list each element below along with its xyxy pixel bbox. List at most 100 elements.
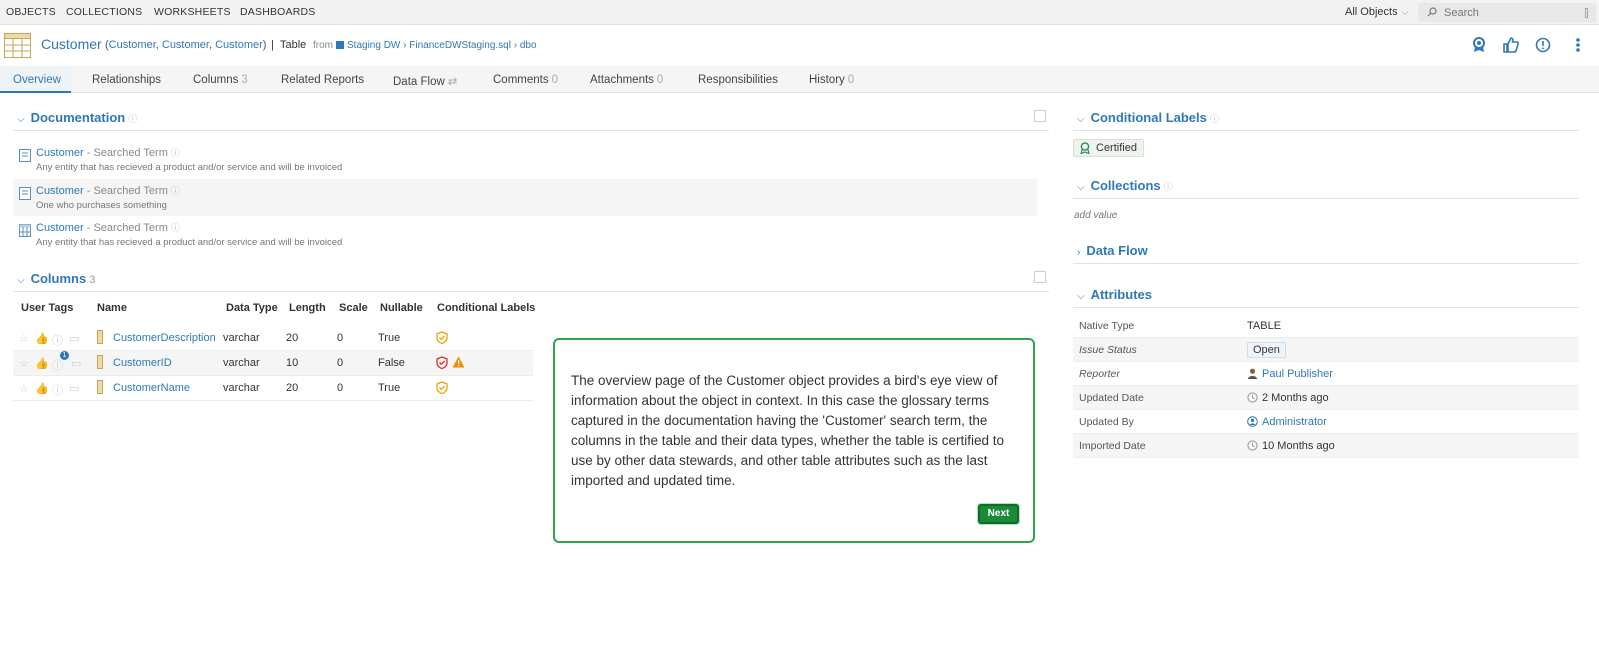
col-header-conditional-labels[interactable]: Conditional Labels xyxy=(437,302,535,314)
divider xyxy=(13,291,1049,292)
data-flow-header[interactable]: › Data Flow xyxy=(1077,243,1148,258)
columns-header[interactable]: ⌵ Columns 3 xyxy=(17,271,95,286)
tab-responsibilities[interactable]: Responsibilities xyxy=(698,74,778,86)
from-label: from xyxy=(313,40,333,51)
column-name-link[interactable]: CustomerName xyxy=(113,382,190,394)
nav-collections[interactable]: COLLECTIONS xyxy=(66,6,142,18)
tab-attachments[interactable]: Attachments 0 xyxy=(590,74,663,86)
attribute-key: Updated Date xyxy=(1079,392,1144,404)
section-title: Data Flow xyxy=(1086,243,1148,258)
edit-icon[interactable] xyxy=(1034,271,1046,283)
term-subtitle: - Searched Term xyxy=(83,222,168,234)
certified-badge[interactable]: Certified xyxy=(1073,139,1144,157)
attribute-row: Issue Status Open xyxy=(1073,338,1579,362)
term-subtitle: - Searched Term xyxy=(83,185,168,197)
warning-icon[interactable] xyxy=(1535,37,1551,53)
column-name-link[interactable]: CustomerID xyxy=(113,357,172,369)
search-input[interactable] xyxy=(1444,5,1564,20)
chevron-right-icon: › xyxy=(1077,247,1081,258)
col-header-nullable[interactable]: Nullable xyxy=(380,302,423,314)
search-box[interactable] xyxy=(1418,3,1596,22)
info-icon: ⓘ xyxy=(1209,114,1219,124)
divider xyxy=(1073,198,1579,199)
tab-related-reports[interactable]: Related Reports xyxy=(281,74,364,86)
tab-overview[interactable]: Overview xyxy=(13,74,61,86)
endorse-tag-icon[interactable]: 👍 xyxy=(35,382,49,395)
attribute-key: Reporter xyxy=(1079,368,1120,380)
alias-link[interactable]: Customer xyxy=(162,39,209,51)
section-title: Attributes xyxy=(1090,287,1152,302)
documentation-item: Customer - Searched Term ⓘ Any entity tha… xyxy=(13,216,1037,253)
comment-tag-icon[interactable]: ▭ xyxy=(71,357,82,370)
comment-tag-icon[interactable]: ▭ xyxy=(69,332,80,345)
add-collection-value[interactable]: add value xyxy=(1074,210,1117,221)
warning-tag-icon[interactable]: ⓘ xyxy=(52,382,63,397)
attribute-key: Updated By xyxy=(1079,416,1134,428)
term-link[interactable]: Customer xyxy=(36,147,84,159)
certified-icon[interactable] xyxy=(1471,37,1487,53)
updated-by-link[interactable]: Administrator xyxy=(1247,416,1327,428)
nav-objects[interactable]: OBJECTS xyxy=(6,6,56,18)
object-header: Customer (Customer, Customer, Customer) … xyxy=(0,25,1599,65)
chevron-down-icon: ⌵ xyxy=(1077,114,1085,125)
info-icon: ⓘ xyxy=(170,148,180,158)
comment-count-badge: 1 xyxy=(60,351,69,360)
column-length: 20 xyxy=(286,382,299,394)
col-header-scale[interactable]: Scale xyxy=(339,302,368,314)
col-header-user-tags[interactable]: User Tags xyxy=(21,302,73,314)
search-options-icon[interactable] xyxy=(1585,8,1588,18)
attribute-value: TABLE xyxy=(1247,320,1282,332)
comment-tag-icon[interactable]: ▭ xyxy=(69,382,80,395)
warning-tag-icon[interactable]: ⓘ xyxy=(52,332,63,347)
more-icon[interactable] xyxy=(1570,37,1586,53)
tab-label: Relationships xyxy=(92,74,162,86)
info-icon: ⓘ xyxy=(1163,182,1173,192)
warning-triangle-icon xyxy=(452,356,465,368)
scope-dropdown[interactable]: All Objects ⌵ xyxy=(1345,6,1408,18)
term-link[interactable]: Customer xyxy=(36,185,84,197)
type-label: Table xyxy=(279,39,307,51)
tab-relationships[interactable]: Relationships xyxy=(92,74,161,86)
certify-tag-icon[interactable]: ☆ xyxy=(19,357,30,370)
tab-history[interactable]: History 0 xyxy=(809,74,854,86)
tab-count: 0 xyxy=(847,74,855,86)
column-name-link[interactable]: CustomerDescription xyxy=(113,332,216,344)
alias-link[interactable]: Customer xyxy=(215,39,263,51)
collections-header[interactable]: ⌵ Collections ⓘ xyxy=(1077,178,1173,193)
term-title[interactable]: Customer - Searched Term ⓘ xyxy=(36,146,180,159)
attributes-header[interactable]: ⌵ Attributes xyxy=(1077,287,1152,302)
tab-columns[interactable]: Columns 3 xyxy=(193,74,248,86)
conditional-labels-header[interactable]: ⌵ Conditional Labels ⓘ xyxy=(1077,110,1219,125)
attribute-key: Imported Date xyxy=(1079,440,1146,452)
status-badge[interactable]: Open xyxy=(1247,342,1286,358)
certify-tag-icon[interactable]: ☆ xyxy=(19,332,30,345)
next-button[interactable]: Next xyxy=(978,504,1019,524)
term-link[interactable]: Customer xyxy=(36,222,84,234)
edit-icon[interactable] xyxy=(1034,110,1046,122)
endorse-tag-icon[interactable]: 👍 xyxy=(35,357,49,370)
col-header-name[interactable]: Name xyxy=(97,302,127,314)
documentation-header[interactable]: ⌵ Documentation ⓘ xyxy=(17,110,137,125)
reporter-link[interactable]: Paul Publisher xyxy=(1247,368,1333,380)
nav-worksheets[interactable]: WORKSHEETS xyxy=(154,6,231,18)
col-header-length[interactable]: Length xyxy=(289,302,326,314)
clock-icon xyxy=(1247,392,1258,403)
object-title: Customer xyxy=(41,36,102,52)
object-type: | Table xyxy=(271,39,306,51)
tab-comments[interactable]: Comments 0 xyxy=(493,74,558,86)
term-title[interactable]: Customer - Searched Term ⓘ xyxy=(36,184,180,197)
column-icon xyxy=(97,355,103,369)
certified-icon xyxy=(1080,142,1090,154)
endorse-icon[interactable] xyxy=(1503,37,1519,53)
certify-tag-icon[interactable]: ☆ xyxy=(19,382,30,395)
column-scale: 0 xyxy=(337,357,344,369)
endorse-tag-icon[interactable]: 👍 xyxy=(35,332,49,345)
nav-dashboards[interactable]: DASHBOARDS xyxy=(240,6,316,18)
term-title[interactable]: Customer - Searched Term ⓘ xyxy=(36,221,180,234)
col-header-data-type[interactable]: Data Type xyxy=(226,302,278,314)
tab-data-flow[interactable]: Data Flow ⇄ xyxy=(393,74,457,88)
table-icon xyxy=(4,33,31,58)
alias-link[interactable]: Customer xyxy=(109,39,156,51)
object-path[interactable]: Staging DW › FinanceDWStaging.sql › dbo xyxy=(336,40,537,51)
updated-by-name: Administrator xyxy=(1262,416,1327,428)
